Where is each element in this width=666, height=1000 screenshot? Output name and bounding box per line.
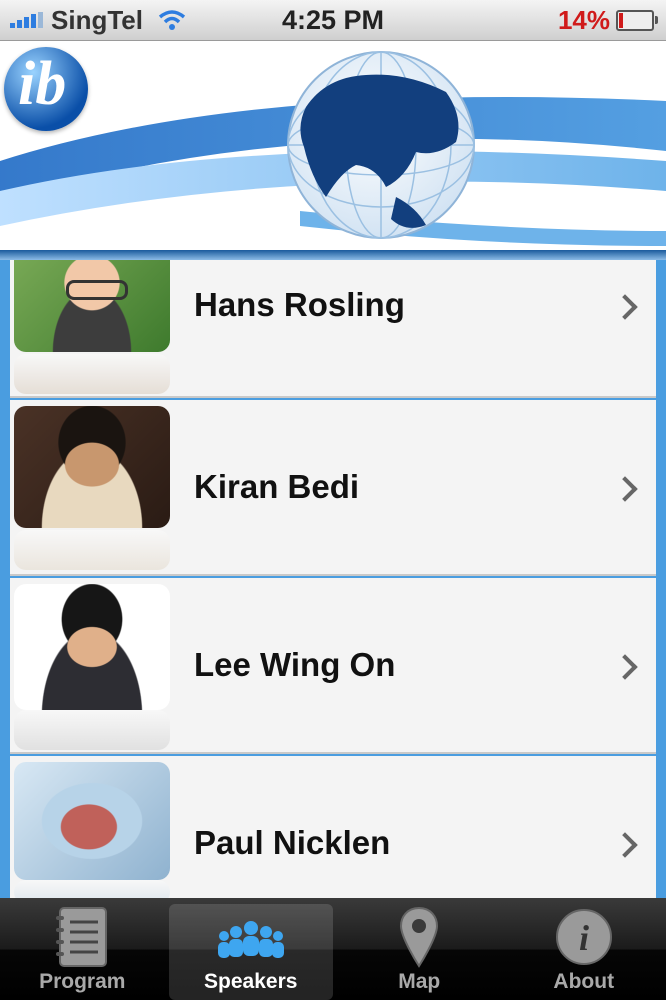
map-pin-icon xyxy=(384,906,454,968)
chevron-right-icon xyxy=(612,654,638,680)
speaker-name: Kiran Bedi xyxy=(194,468,360,505)
speaker-photo xyxy=(14,762,170,880)
banner-divider xyxy=(0,250,666,260)
globe-icon xyxy=(287,51,475,239)
tab-label: Map xyxy=(398,970,441,993)
tab-label: Program xyxy=(39,970,126,993)
speaker-name: Paul Nicklen xyxy=(194,824,391,861)
speaker-row-kiran-bedi[interactable]: Kiran Bedi xyxy=(10,400,656,576)
speaker-photo xyxy=(14,584,170,710)
tab-label: About xyxy=(553,970,615,993)
battery-percent: 14% xyxy=(557,4,610,35)
ib-logo-text: ib xyxy=(18,50,67,118)
tab-about[interactable]: i About xyxy=(502,898,666,1000)
chevron-right-icon xyxy=(612,476,638,502)
speaker-row-paul-nicklen[interactable]: Paul Nicklen xyxy=(10,756,656,898)
header-banner: ib xyxy=(0,41,666,250)
info-icon: i xyxy=(549,906,619,968)
ib-logo: ib xyxy=(4,47,88,131)
chevron-right-icon xyxy=(612,294,638,320)
speaker-photo xyxy=(14,406,170,528)
speaker-name: Hans Rosling xyxy=(194,286,405,323)
speaker-row-lee-wing-on[interactable]: Lee Wing On xyxy=(10,578,656,754)
photo-reflection xyxy=(14,530,170,570)
status-bar: SingTel 4:25 PM 14% xyxy=(0,0,666,41)
speaker-name: Lee Wing On xyxy=(194,646,396,683)
photo-reflection xyxy=(14,880,170,898)
people-icon xyxy=(216,912,286,974)
tab-bar: Program Speakers Map i About xyxy=(0,898,666,1000)
speaker-list[interactable]: Hans Rosling Kiran Bedi Lee Wing On Paul… xyxy=(0,260,666,898)
photo-reflection xyxy=(14,354,170,394)
tab-map[interactable]: Map xyxy=(337,898,502,1000)
chevron-right-icon xyxy=(612,832,638,858)
speaker-photo xyxy=(14,260,170,352)
tab-program[interactable]: Program xyxy=(0,898,165,1000)
battery-icon xyxy=(616,9,658,31)
battery-status: 14% xyxy=(557,4,658,35)
svg-text:i: i xyxy=(579,918,589,958)
tab-speakers[interactable]: Speakers xyxy=(168,904,333,1000)
photo-reflection xyxy=(14,710,170,750)
speaker-row-hans-rosling[interactable]: Hans Rosling xyxy=(10,260,656,398)
notebook-icon xyxy=(47,906,117,968)
